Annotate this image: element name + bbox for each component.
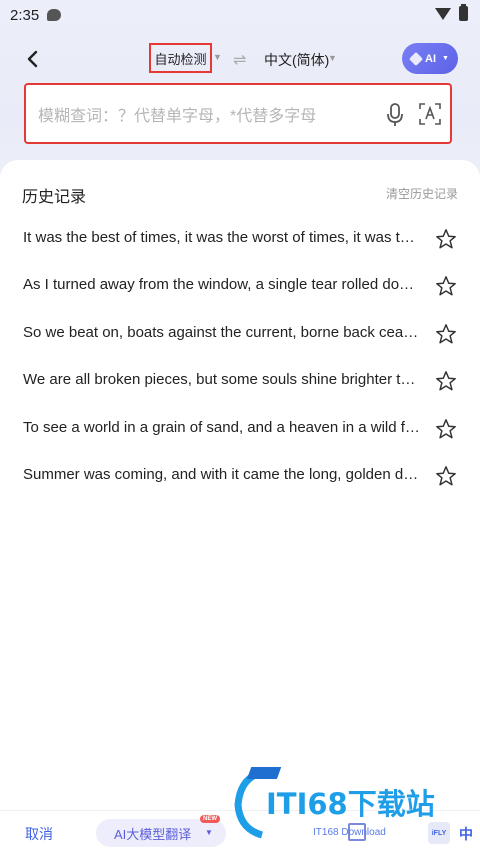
back-icon[interactable] (24, 50, 42, 68)
cancel-button[interactable]: 取消 (25, 824, 53, 844)
star-icon[interactable] (435, 370, 457, 392)
star-icon[interactable] (435, 418, 457, 440)
mic-icon[interactable] (385, 102, 405, 128)
watermark: ITI68下载站 (232, 765, 480, 840)
history-list: It was the best of times, it was the wor… (0, 217, 480, 501)
history-item[interactable]: We are all broken pieces, but some souls… (0, 359, 480, 406)
history-item-text: So we beat on, boats against the current… (23, 323, 423, 341)
chevron-down-icon: ▼ (213, 52, 222, 62)
source-language-label: 自动检测 (154, 51, 207, 67)
message-icon (47, 9, 62, 21)
history-item-text: It was the best of times, it was the wor… (23, 229, 423, 246)
new-badge: NEW (200, 815, 220, 823)
star-icon[interactable] (435, 465, 457, 487)
ocr-icon[interactable] (419, 103, 441, 125)
history-panel: 历史记录 清空历史记录 It was the best of times, it… (0, 160, 480, 810)
star-icon[interactable] (435, 275, 457, 297)
history-item[interactable]: So we beat on, boats against the current… (0, 312, 480, 359)
history-item-text: We are all broken pieces, but some souls… (23, 371, 423, 389)
history-title: 历史记录 (22, 189, 87, 206)
chevron-down-icon: ▼ (328, 53, 337, 63)
chevron-down-icon: ▼ (442, 55, 449, 62)
status-time: 2:35 (10, 6, 40, 24)
search-input[interactable]: 模糊查词：？代替单字母，*代替多字母 (24, 83, 452, 144)
history-item[interactable]: It was the best of times, it was the wor… (0, 217, 480, 264)
history-item[interactable]: As I turned away from the window, a sing… (0, 264, 480, 311)
swap-icon[interactable]: ⇌ (233, 50, 246, 70)
search-placeholder: 模糊查词：？代替单字母，*代替多字母 (38, 107, 317, 125)
cube-icon (408, 51, 424, 66)
history-item-text: Summer was coming, and with it came the … (23, 465, 423, 483)
status-bar: 2:35 (0, 0, 480, 30)
ai-button-label: AI (425, 52, 437, 65)
ai-mode-button[interactable]: AI ▼ (402, 43, 458, 74)
history-item-text: To see a world in a grain of sand, and a… (23, 418, 423, 436)
history-item[interactable]: Summer was coming, and with it came the … (0, 454, 480, 501)
battery-icon (459, 4, 468, 21)
target-language-selector[interactable]: 中文(简体) (264, 50, 329, 70)
wifi-icon (435, 7, 451, 20)
star-icon[interactable] (435, 228, 457, 250)
history-item[interactable]: To see a world in a grain of sand, and a… (0, 407, 480, 454)
translate-header: 自动检测 ▼ ⇌ 中文(简体) ▼ AI ▼ (0, 38, 480, 82)
source-language-selector[interactable]: 自动检测 (149, 43, 212, 73)
history-item-text: As I turned away from the window, a sing… (23, 276, 423, 294)
star-icon[interactable] (435, 323, 457, 345)
ai-model-label: AI大模型翻译 (114, 826, 192, 842)
watermark-text: ITI68下载站 (266, 787, 435, 821)
clear-history-button[interactable]: 清空历史记录 (386, 185, 458, 202)
status-indicators (435, 4, 468, 21)
chevron-down-icon: ▼ (205, 828, 213, 837)
